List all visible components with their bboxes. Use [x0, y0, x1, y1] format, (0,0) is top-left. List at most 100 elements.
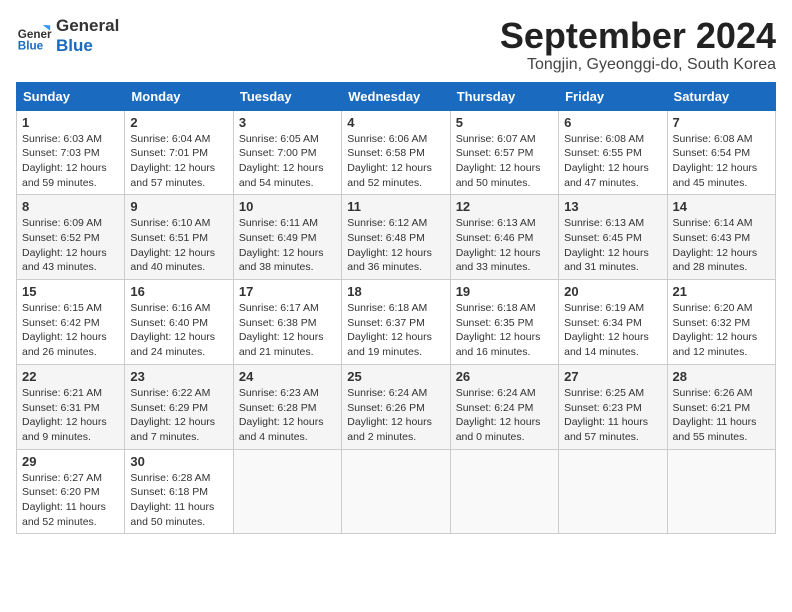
day-number: 8: [22, 199, 119, 214]
day-info: Sunrise: 6:28 AM Sunset: 6:18 PM Dayligh…: [130, 471, 227, 530]
calendar-day-8: 8 Sunrise: 6:09 AM Sunset: 6:52 PM Daylig…: [17, 195, 125, 280]
calendar-day-17: 17 Sunrise: 6:17 AM Sunset: 6:38 PM Dayli…: [233, 280, 341, 365]
day-info: Sunrise: 6:22 AM Sunset: 6:29 PM Dayligh…: [130, 386, 227, 445]
calendar-day-9: 9 Sunrise: 6:10 AM Sunset: 6:51 PM Daylig…: [125, 195, 233, 280]
calendar-week-3: 15 Sunrise: 6:15 AM Sunset: 6:42 PM Dayli…: [17, 280, 776, 365]
weekday-header-saturday: Saturday: [667, 82, 775, 110]
day-number: 21: [673, 284, 770, 299]
day-info: Sunrise: 6:19 AM Sunset: 6:34 PM Dayligh…: [564, 301, 661, 360]
day-info: Sunrise: 6:18 AM Sunset: 6:37 PM Dayligh…: [347, 301, 444, 360]
empty-cell: [559, 449, 667, 534]
month-title: September 2024: [500, 16, 776, 56]
calendar-day-24: 24Sunrise: 6:23 AM Sunset: 6:28 PM Dayli…: [233, 364, 341, 449]
calendar-week-5: 29Sunrise: 6:27 AM Sunset: 6:20 PM Dayli…: [17, 449, 776, 534]
day-info: Sunrise: 6:16 AM Sunset: 6:40 PM Dayligh…: [130, 301, 227, 360]
day-number: 16: [130, 284, 227, 299]
day-info: Sunrise: 6:18 AM Sunset: 6:35 PM Dayligh…: [456, 301, 553, 360]
day-info: Sunrise: 6:14 AM Sunset: 6:43 PM Dayligh…: [673, 216, 770, 275]
day-info: Sunrise: 6:12 AM Sunset: 6:48 PM Dayligh…: [347, 216, 444, 275]
logo-text-blue: Blue: [56, 36, 119, 56]
day-number: 6: [564, 115, 661, 130]
day-info: Sunrise: 6:05 AM Sunset: 7:00 PM Dayligh…: [239, 132, 336, 191]
calendar-day-22: 22 Sunrise: 6:21 AM Sunset: 6:31 PM Dayli…: [17, 364, 125, 449]
day-number: 27: [564, 369, 661, 384]
day-info: Sunrise: 6:06 AM Sunset: 6:58 PM Dayligh…: [347, 132, 444, 191]
logo-icon: General Blue: [16, 18, 52, 54]
day-info: Sunrise: 6:24 AM Sunset: 6:26 PM Dayligh…: [347, 386, 444, 445]
day-number: 15: [22, 284, 119, 299]
empty-cell: [342, 449, 450, 534]
day-number: 28: [673, 369, 770, 384]
day-number: 25: [347, 369, 444, 384]
calendar-day-23: 23Sunrise: 6:22 AM Sunset: 6:29 PM Dayli…: [125, 364, 233, 449]
calendar-day-13: 13 Sunrise: 6:13 AM Sunset: 6:45 PM Dayli…: [559, 195, 667, 280]
empty-cell: [450, 449, 558, 534]
calendar-day-16: 16 Sunrise: 6:16 AM Sunset: 6:40 PM Dayli…: [125, 280, 233, 365]
day-number: 2: [130, 115, 227, 130]
calendar-day-19: 19 Sunrise: 6:18 AM Sunset: 6:35 PM Dayli…: [450, 280, 558, 365]
day-number: 3: [239, 115, 336, 130]
calendar-week-1: 1 Sunrise: 6:03 AM Sunset: 7:03 PM Daylig…: [17, 110, 776, 195]
calendar-day-21: 21Sunrise: 6:20 AM Sunset: 6:32 PM Dayli…: [667, 280, 775, 365]
weekday-header-friday: Friday: [559, 82, 667, 110]
day-number: 10: [239, 199, 336, 214]
calendar-day-10: 10 Sunrise: 6:11 AM Sunset: 6:49 PM Dayli…: [233, 195, 341, 280]
calendar-day-7: 7 Sunrise: 6:08 AM Sunset: 6:54 PM Daylig…: [667, 110, 775, 195]
day-info: Sunrise: 6:09 AM Sunset: 6:52 PM Dayligh…: [22, 216, 119, 275]
day-info: Sunrise: 6:24 AM Sunset: 6:24 PM Dayligh…: [456, 386, 553, 445]
calendar-day-2: 2 Sunrise: 6:04 AM Sunset: 7:01 PM Daylig…: [125, 110, 233, 195]
day-info: Sunrise: 6:26 AM Sunset: 6:21 PM Dayligh…: [673, 386, 770, 445]
day-number: 19: [456, 284, 553, 299]
weekday-header-wednesday: Wednesday: [342, 82, 450, 110]
day-info: Sunrise: 6:10 AM Sunset: 6:51 PM Dayligh…: [130, 216, 227, 275]
calendar-day-26: 26 Sunrise: 6:24 AM Sunset: 6:24 PM Dayli…: [450, 364, 558, 449]
day-number: 1: [22, 115, 119, 130]
day-number: 12: [456, 199, 553, 214]
day-number: 9: [130, 199, 227, 214]
calendar-day-6: 6 Sunrise: 6:08 AM Sunset: 6:55 PM Daylig…: [559, 110, 667, 195]
weekday-header-thursday: Thursday: [450, 82, 558, 110]
calendar-day-15: 15 Sunrise: 6:15 AM Sunset: 6:42 PM Dayli…: [17, 280, 125, 365]
day-number: 14: [673, 199, 770, 214]
calendar-day-29: 29Sunrise: 6:27 AM Sunset: 6:20 PM Dayli…: [17, 449, 125, 534]
day-info: Sunrise: 6:17 AM Sunset: 6:38 PM Dayligh…: [239, 301, 336, 360]
day-number: 24: [239, 369, 336, 384]
day-number: 26: [456, 369, 553, 384]
calendar-day-18: 18 Sunrise: 6:18 AM Sunset: 6:37 PM Dayli…: [342, 280, 450, 365]
calendar-day-27: 27 Sunrise: 6:25 AM Sunset: 6:23 PM Dayli…: [559, 364, 667, 449]
day-number: 30: [130, 454, 227, 469]
logo: General Blue General Blue: [16, 16, 119, 57]
weekday-header-sunday: Sunday: [17, 82, 125, 110]
day-info: Sunrise: 6:15 AM Sunset: 6:42 PM Dayligh…: [22, 301, 119, 360]
calendar-day-12: 12Sunrise: 6:13 AM Sunset: 6:46 PM Dayli…: [450, 195, 558, 280]
location: Tongjin, Gyeonggi-do, South Korea: [500, 56, 776, 74]
calendar-day-1: 1 Sunrise: 6:03 AM Sunset: 7:03 PM Daylig…: [17, 110, 125, 195]
day-number: 17: [239, 284, 336, 299]
day-info: Sunrise: 6:08 AM Sunset: 6:54 PM Dayligh…: [673, 132, 770, 191]
day-number: 18: [347, 284, 444, 299]
calendar-table: SundayMondayTuesdayWednesdayThursdayFrid…: [16, 82, 776, 535]
day-number: 7: [673, 115, 770, 130]
day-info: Sunrise: 6:27 AM Sunset: 6:20 PM Dayligh…: [22, 471, 119, 530]
day-number: 22: [22, 369, 119, 384]
calendar-day-3: 3 Sunrise: 6:05 AM Sunset: 7:00 PM Daylig…: [233, 110, 341, 195]
calendar-day-4: 4 Sunrise: 6:06 AM Sunset: 6:58 PM Daylig…: [342, 110, 450, 195]
day-info: Sunrise: 6:04 AM Sunset: 7:01 PM Dayligh…: [130, 132, 227, 191]
day-number: 4: [347, 115, 444, 130]
day-info: Sunrise: 6:11 AM Sunset: 6:49 PM Dayligh…: [239, 216, 336, 275]
day-number: 13: [564, 199, 661, 214]
calendar-body: 1 Sunrise: 6:03 AM Sunset: 7:03 PM Daylig…: [17, 110, 776, 534]
logo-text-general: General: [56, 16, 119, 36]
calendar-day-25: 25 Sunrise: 6:24 AM Sunset: 6:26 PM Dayli…: [342, 364, 450, 449]
calendar-day-20: 20 Sunrise: 6:19 AM Sunset: 6:34 PM Dayli…: [559, 280, 667, 365]
day-info: Sunrise: 6:25 AM Sunset: 6:23 PM Dayligh…: [564, 386, 661, 445]
day-info: Sunrise: 6:03 AM Sunset: 7:03 PM Dayligh…: [22, 132, 119, 191]
empty-cell: [233, 449, 341, 534]
day-info: Sunrise: 6:08 AM Sunset: 6:55 PM Dayligh…: [564, 132, 661, 191]
calendar-day-30: 30 Sunrise: 6:28 AM Sunset: 6:18 PM Dayli…: [125, 449, 233, 534]
day-info: Sunrise: 6:13 AM Sunset: 6:45 PM Dayligh…: [564, 216, 661, 275]
page-header: General Blue General Blue September 2024…: [16, 16, 776, 74]
day-info: Sunrise: 6:21 AM Sunset: 6:31 PM Dayligh…: [22, 386, 119, 445]
calendar-day-14: 14 Sunrise: 6:14 AM Sunset: 6:43 PM Dayli…: [667, 195, 775, 280]
day-number: 20: [564, 284, 661, 299]
